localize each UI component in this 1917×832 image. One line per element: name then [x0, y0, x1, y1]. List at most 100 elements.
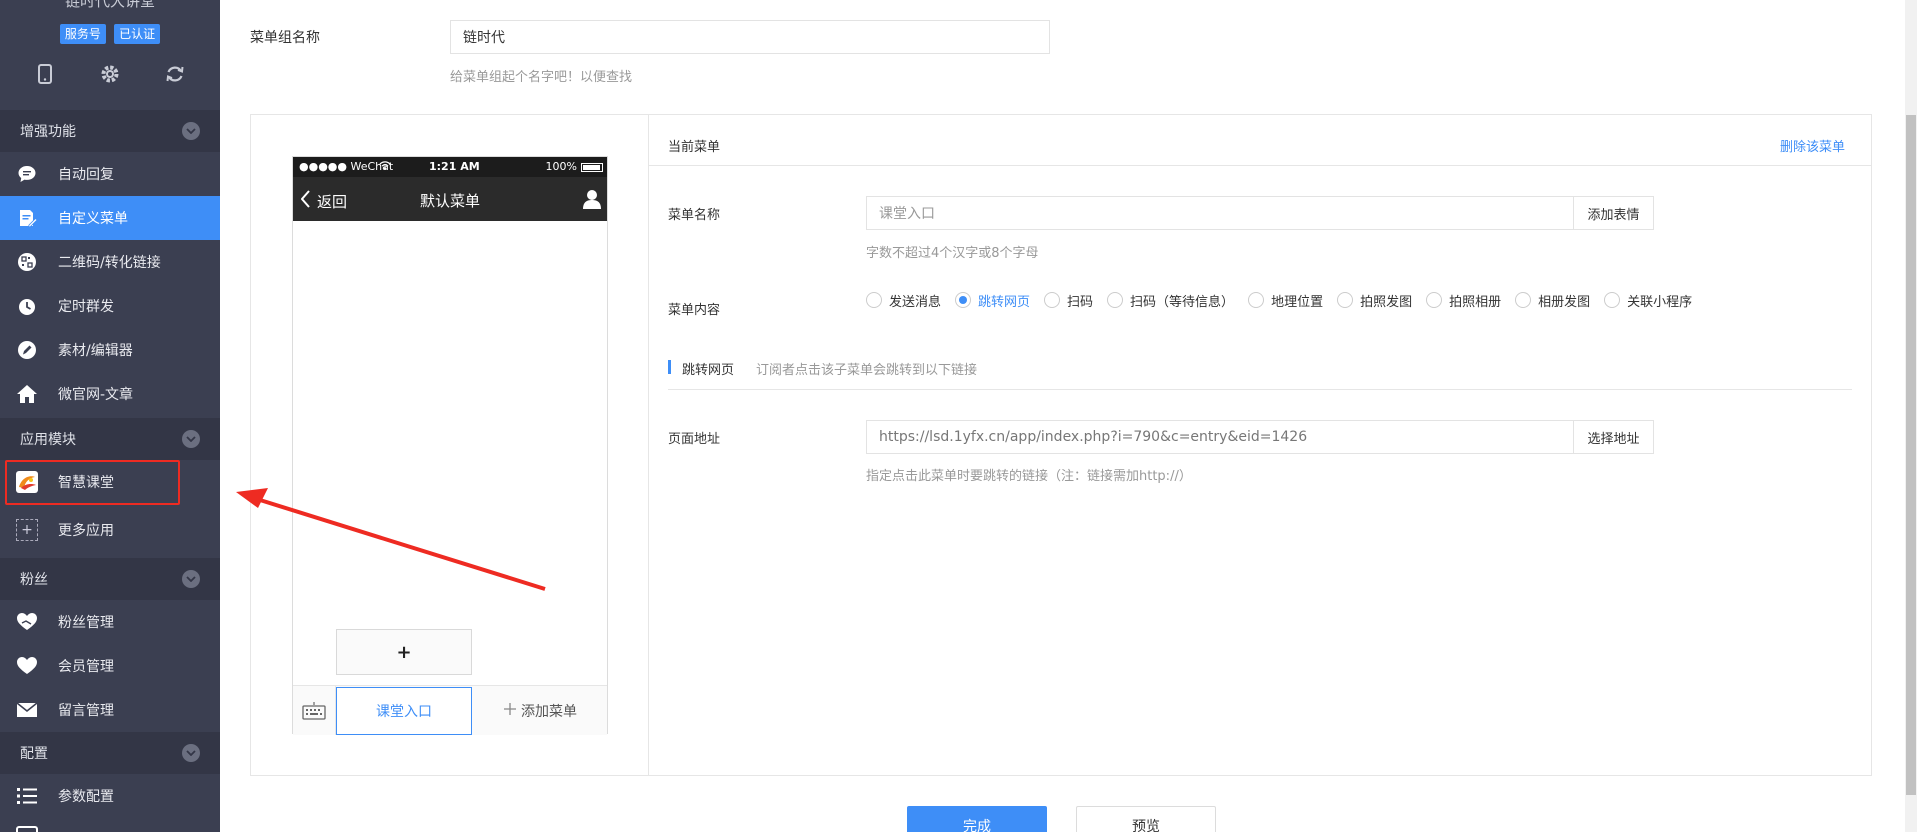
radio-photo-album[interactable]: 拍照相册 — [1426, 291, 1501, 310]
sidebar-item-auto-reply[interactable]: 自动回复 — [0, 152, 220, 196]
radio-album-send[interactable]: 相册发图 — [1515, 291, 1590, 310]
radio-scan[interactable]: 扫码 — [1044, 291, 1093, 310]
sidebar-item-label: 定时群发 — [58, 299, 114, 315]
sidebar-item-param-config[interactable]: 参数配置 — [0, 774, 220, 818]
sidebar-item-member-mgmt[interactable]: 会员管理 — [0, 644, 220, 688]
panel-divider — [648, 114, 649, 776]
sidebar-item-label: 会员管理 — [58, 659, 114, 675]
keyboard-icon[interactable] — [293, 686, 336, 735]
sidebar-item-custom-menu[interactable]: 自定义菜单 — [0, 196, 220, 240]
radio-circle[interactable] — [1248, 292, 1265, 308]
section-config[interactable]: 配置 — [0, 732, 220, 774]
list-settings-icon — [16, 785, 38, 807]
page-url-input[interactable]: https://lsd.1yfx.cn/app/index.php?i=790&… — [866, 420, 1574, 454]
section-apps[interactable]: 应用模块 — [0, 418, 220, 460]
radio-photo-send[interactable]: 拍照发图 — [1337, 291, 1412, 310]
radio-label: 地理位置 — [1271, 294, 1324, 310]
radio-circle[interactable] — [866, 292, 882, 308]
select-url-button[interactable]: 选择地址 — [1573, 420, 1654, 454]
phone-status-bar: ●●●●● WeChat 1:21 AM 100% — [293, 157, 607, 177]
sidebar-item-material[interactable]: 素材/编辑器 — [0, 328, 220, 372]
refresh-icon[interactable] — [163, 62, 187, 86]
sidebar-item-micro-site[interactable]: 微官网-文章 — [0, 372, 220, 416]
sidebar-item-scheduled[interactable]: 定时群发 — [0, 284, 220, 328]
chevron-down-icon[interactable] — [182, 570, 200, 588]
chat-bubble-icon — [16, 163, 38, 185]
menu-name-hint: 字数不超过4个汉字或8个字母 — [866, 246, 1039, 261]
wifi-icon — [379, 160, 391, 173]
radio-scan-wait[interactable]: 扫码（等待信息） — [1107, 291, 1234, 310]
section-fans-label: 粉丝 — [20, 572, 48, 588]
next-item-icon — [16, 826, 38, 832]
chevron-down-icon[interactable] — [182, 744, 200, 762]
radio-label: 扫码 — [1067, 294, 1094, 310]
radio-circle-selected[interactable] — [955, 292, 972, 308]
mobile-icon[interactable] — [33, 62, 57, 86]
plus-icon — [503, 702, 517, 720]
section-apps-label: 应用模块 — [20, 432, 76, 448]
add-submenu-button[interactable]: + — [336, 629, 472, 675]
heart-icon — [16, 655, 38, 677]
group-name-input[interactable]: 链时代 — [450, 20, 1050, 54]
sidebar: 链时代大讲堂 服务号 已认证 增强功能 自动回复 自定义菜单 二维码/转化链接 … — [0, 0, 220, 832]
radio-circle[interactable] — [1107, 292, 1124, 308]
clock-icon — [16, 295, 38, 317]
radio-label: 扫码（等待信息） — [1130, 294, 1235, 310]
menu-name-input[interactable]: 课堂入口 — [866, 196, 1574, 230]
phone-menu-bar: 课堂入口 添加菜单 — [293, 685, 607, 735]
delete-menu-link[interactable]: 删除该菜单 — [1780, 136, 1845, 155]
sidebar-item-label: 参数配置 — [58, 789, 114, 805]
page-url-hint: 指定点击此菜单时要跳转的链接（注：链接需加http://） — [866, 469, 1192, 484]
account-badges: 服务号 已认证 — [0, 24, 220, 44]
radio-label: 相册发图 — [1538, 294, 1591, 310]
battery-indicator: 100% — [546, 160, 603, 173]
qrcode-link-icon — [16, 251, 38, 273]
radio-circle[interactable] — [1337, 292, 1354, 308]
radio-circle[interactable] — [1604, 292, 1621, 308]
edit-document-icon — [16, 207, 38, 229]
sidebar-item-more-apps[interactable]: + 更多应用 — [0, 508, 220, 552]
menu-content-radio-group: 发送消息 跳转网页 扫码 扫码（等待信息） 地理位置 拍照发图 拍照相册 相册发… — [866, 289, 1706, 311]
radio-circle[interactable] — [1426, 292, 1443, 308]
add-box-icon: + — [16, 519, 38, 541]
section-enhance-label: 增强功能 — [20, 124, 76, 140]
chevron-down-icon[interactable] — [182, 122, 200, 140]
done-button[interactable]: 完成 — [907, 806, 1047, 832]
radio-send-message[interactable]: 发送消息 — [866, 291, 941, 310]
menu-content-label: 菜单内容 — [668, 303, 721, 318]
sub-section-divider — [668, 389, 1852, 390]
add-menu-button[interactable]: 添加菜单 — [473, 686, 607, 735]
chevron-down-icon[interactable] — [182, 430, 200, 448]
radio-mini-program[interactable]: 关联小程序 — [1604, 291, 1692, 310]
service-account-badge: 服务号 — [59, 24, 106, 44]
user-icon[interactable] — [583, 189, 601, 213]
sidebar-item-qrcode[interactable]: 二维码/转化链接 — [0, 240, 220, 284]
sidebar-item-label: 自定义菜单 — [58, 211, 128, 227]
gear-icon[interactable] — [98, 62, 122, 86]
sidebar-item-label: 留言管理 — [58, 703, 114, 719]
phone-time: 1:21 AM — [429, 160, 480, 173]
radio-label: 关联小程序 — [1627, 294, 1693, 310]
sidebar-item-message-mgmt[interactable]: 留言管理 — [0, 688, 220, 732]
radio-circle[interactable] — [1515, 292, 1532, 308]
phone-title: 默认菜单 — [419, 192, 480, 210]
section-fans[interactable]: 粉丝 — [0, 558, 220, 600]
radio-location[interactable]: 地理位置 — [1248, 291, 1323, 310]
section-enhance[interactable]: 增强功能 — [0, 110, 220, 152]
sidebar-item-label: 更多应用 — [58, 523, 114, 539]
heart-hand-icon — [16, 611, 38, 633]
add-emoji-button[interactable]: 添加表情 — [1573, 196, 1654, 230]
group-name-label: 菜单组名称 — [250, 30, 320, 46]
sidebar-item-label: 二维码/转化链接 — [58, 255, 161, 271]
sidebar-item-fans-mgmt[interactable]: 粉丝管理 — [0, 600, 220, 644]
annotation-highlight-box — [5, 460, 180, 505]
menu-tab-course-entry[interactable]: 课堂入口 — [336, 687, 472, 735]
phone-preview: ●●●●● WeChat 1:21 AM 100% 返回 默认菜单 + 课堂入口… — [292, 156, 608, 735]
radio-circle[interactable] — [1044, 292, 1061, 308]
pencil-icon — [16, 339, 38, 361]
preview-button[interactable]: 预览 — [1076, 806, 1216, 832]
radio-open-webpage[interactable]: 跳转网页 — [955, 291, 1030, 310]
scrollbar-thumb[interactable] — [1906, 115, 1916, 795]
verified-badge: 已认证 — [114, 24, 161, 44]
sub-section-marker — [668, 360, 671, 374]
